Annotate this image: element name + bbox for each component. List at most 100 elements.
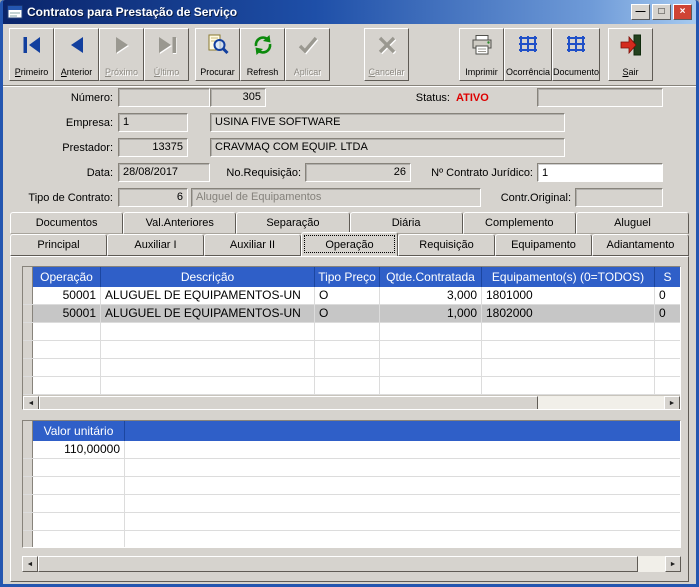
refresh-button[interactable]: Refresh <box>240 28 285 81</box>
tipo-contrato-label: Tipo de Contrato: <box>28 192 113 204</box>
tab-aluguel[interactable]: Aluguel <box>575 212 690 234</box>
tab-separacao[interactable]: Separação <box>236 212 350 234</box>
minimize-button[interactable]: — <box>631 4 650 20</box>
table-row-empty <box>23 323 680 341</box>
valor-grid-header: Valor unitário <box>23 421 680 441</box>
cell-qtde: 3,000 <box>380 287 482 304</box>
prestador-label: Prestador: <box>62 142 113 154</box>
row-indicator <box>23 495 33 512</box>
scroll-left-icon: ◄ <box>27 400 35 407</box>
imprimir-button[interactable]: Imprimir <box>459 28 504 81</box>
tab-documentos[interactable]: Documentos <box>10 212 124 234</box>
tab-val-anteriores[interactable]: Val.Anteriores <box>123 212 237 234</box>
panel-hscrollbar[interactable]: ◄ ► <box>22 556 681 572</box>
app-icon <box>7 5 23 19</box>
table-row-empty <box>23 531 680 547</box>
table-row-empty <box>23 495 680 513</box>
first-record-icon <box>23 37 40 53</box>
occurrence-grid-icon <box>519 36 537 52</box>
column-header-s: S <box>663 270 672 284</box>
cell-descricao: ALUGUEL DE EQUIPAMENTOS-UN <box>101 305 315 322</box>
contrato-juridico-input[interactable] <box>537 163 663 182</box>
table-row[interactable]: 50001 ALUGUEL DE EQUIPAMENTOS-UN O 3,000… <box>23 287 680 305</box>
scrollbar-track[interactable] <box>538 396 664 409</box>
table-row-empty <box>23 459 680 477</box>
procurar-button[interactable]: Procurar <box>195 28 240 81</box>
tab-auxiliar-ii[interactable]: Auxiliar II <box>204 234 301 256</box>
cell-valor-unitario: 110,00000 <box>33 441 125 458</box>
anterior-button[interactable]: Anterior <box>54 28 99 81</box>
grid-corner <box>23 421 33 441</box>
valor-unitario-grid: Valor unitário 110,00000 <box>22 420 681 548</box>
cell-equipamentos: 1801000 <box>482 287 655 304</box>
row-indicator <box>23 359 33 376</box>
requisicao-label: No.Requisição: <box>226 167 301 179</box>
numero-label: Número: <box>70 92 113 104</box>
scrollbar-thumb[interactable] <box>39 396 539 409</box>
numero-field <box>118 88 210 107</box>
close-button[interactable]: × <box>673 4 692 20</box>
tab-operacao[interactable]: Operação <box>301 232 398 256</box>
printer-icon <box>472 35 491 55</box>
cell-equipamentos: 1802000 <box>482 305 655 322</box>
sair-button[interactable]: Sair <box>608 28 653 81</box>
scrollbar-thumb[interactable] <box>38 556 638 572</box>
row-indicator <box>23 341 33 358</box>
tab-equipamento[interactable]: Equipamento <box>495 234 592 256</box>
tab-row-back: Documentos Val.Anteriores Separação Diár… <box>10 212 690 234</box>
status-badge: ATIVO <box>456 92 489 104</box>
column-header-valor-unitario: Valor unitário <box>33 421 125 441</box>
table-row-empty <box>23 477 680 495</box>
search-icon <box>208 34 229 55</box>
row-indicator <box>23 477 33 494</box>
tab-diaria[interactable]: Diária <box>349 212 463 234</box>
maximize-button[interactable]: □ <box>652 4 671 20</box>
operacao-tab-panel: Operação Descrição Tipo Preço Qtde.Contr… <box>10 256 689 582</box>
tab-adiantamento[interactable]: Adiantamento <box>592 234 689 256</box>
scrollbar-track[interactable] <box>638 556 665 572</box>
row-indicator <box>23 287 33 304</box>
prestador-code-field: 13375 <box>118 138 188 157</box>
grid-corner <box>23 267 33 287</box>
scroll-left-button[interactable]: ◄ <box>23 396 39 409</box>
cell-descricao: ALUGUEL DE EQUIPAMENTOS-UN <box>101 287 315 304</box>
operations-grid: Operação Descrição Tipo Preço Qtde.Contr… <box>22 266 681 410</box>
tab-auxiliar-i[interactable]: Auxiliar I <box>107 234 204 256</box>
cancelar-button: Cancelar <box>364 28 409 81</box>
cell-s: 0 <box>659 306 666 320</box>
tab-requisicao[interactable]: Requisição <box>398 234 495 256</box>
table-row-selected[interactable]: 50001 ALUGUEL DE EQUIPAMENTOS-UN O 1,000… <box>23 305 680 323</box>
numero-value-field: 305 <box>210 88 266 107</box>
documento-button[interactable]: Documento <box>552 28 600 81</box>
table-row-empty <box>23 513 680 531</box>
apply-check-icon <box>298 36 318 55</box>
table-row[interactable]: 110,00000 <box>23 441 680 459</box>
tab-row-front: Principal Auxiliar I Auxiliar II Operaçã… <box>10 232 689 256</box>
tab-control: Documentos Val.Anteriores Separação Diár… <box>3 212 696 256</box>
table-row-empty <box>23 341 680 359</box>
titlebar[interactable]: Contratos para Prestação de Serviço — □ … <box>3 0 696 24</box>
contr-original-label: Contr.Original: <box>500 192 571 204</box>
tab-complemento[interactable]: Complemento <box>462 212 576 234</box>
tab-principal[interactable]: Principal <box>10 234 107 256</box>
column-header-tipo-preco: Tipo Preço <box>315 267 380 287</box>
scroll-right-button[interactable]: ► <box>665 556 681 572</box>
previous-record-icon <box>70 37 83 53</box>
empresa-label: Empresa: <box>65 117 113 129</box>
window-title: Contratos para Prestação de Serviço <box>27 5 238 19</box>
row-indicator <box>23 441 33 458</box>
cancel-x-icon <box>378 36 396 55</box>
aplicar-button: Aplicar <box>285 28 330 81</box>
scroll-right-button[interactable]: ► <box>664 396 680 409</box>
operations-grid-hscrollbar[interactable]: ◄ ► <box>23 395 680 409</box>
primeiro-button[interactable]: Primeiro <box>9 28 54 81</box>
minimize-icon: — <box>635 6 646 17</box>
window-controls: — □ × <box>631 4 692 20</box>
document-grid-icon <box>567 36 585 52</box>
maximize-icon: □ <box>658 6 665 17</box>
ocorrencia-button[interactable]: Ocorrência <box>504 28 552 81</box>
contract-form: Número: 305 Status: ATIVO Empresa: 1 USI… <box>3 86 696 212</box>
cell-qtde: 1,000 <box>380 305 482 322</box>
scroll-left-button[interactable]: ◄ <box>22 556 38 572</box>
